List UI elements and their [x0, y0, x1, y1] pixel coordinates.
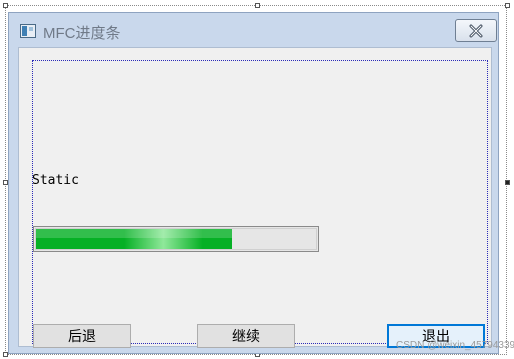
progress-track	[35, 228, 317, 250]
static-label: Static	[32, 173, 79, 188]
resize-handle-top[interactable]	[255, 3, 260, 8]
back-button[interactable]: 后退	[33, 324, 131, 348]
watermark-text: CSDN @weixin_45794339	[396, 340, 514, 351]
resize-handle-right[interactable]	[505, 180, 510, 185]
layout-guide	[32, 60, 488, 344]
close-button[interactable]	[455, 19, 497, 42]
dialog-app-icon	[20, 24, 36, 38]
resize-handle-top-right[interactable]	[505, 3, 510, 8]
close-x-icon	[469, 24, 483, 37]
designer-canvas: MFC进度条 Static 后退 继续 退出 CSDN @weixin_4579…	[0, 0, 514, 359]
continue-button[interactable]: 继续	[197, 324, 295, 348]
progress-bar	[33, 226, 319, 252]
progress-fill	[36, 229, 232, 249]
resize-handle-top-left[interactable]	[3, 3, 8, 8]
title-bar[interactable]: MFC进度条	[9, 13, 498, 47]
dialog-client-area: Static 后退 继续 退出	[18, 47, 492, 348]
window-title: MFC进度条	[43, 25, 121, 42]
dialog-window: MFC进度条 Static 后退 继续 退出	[8, 12, 499, 354]
